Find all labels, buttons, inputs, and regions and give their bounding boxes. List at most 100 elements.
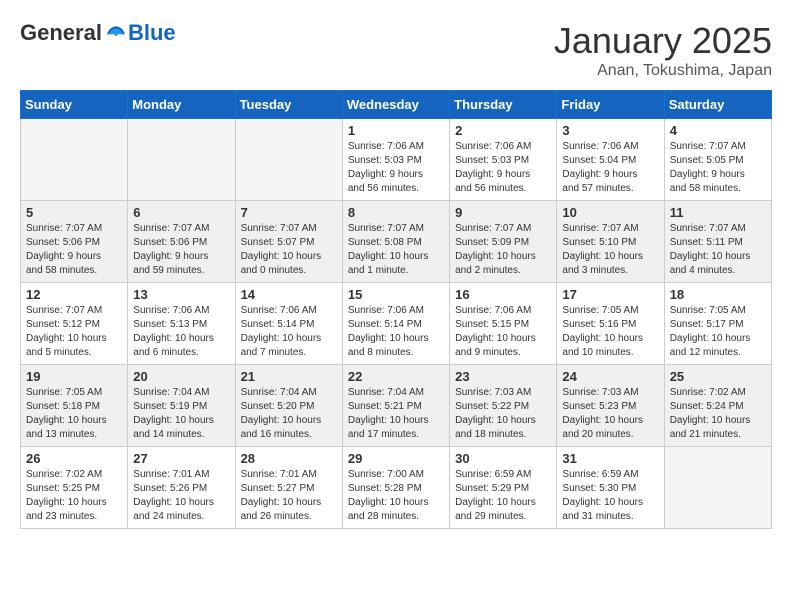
calendar-header-row: SundayMondayTuesdayWednesdayThursdayFrid… <box>21 91 772 119</box>
weekday-header-thursday: Thursday <box>450 91 557 119</box>
logo-general-text: General <box>20 20 102 46</box>
logo: General Blue <box>20 20 176 46</box>
month-title: January 2025 <box>554 20 772 62</box>
calendar-cell: 5Sunrise: 7:07 AM Sunset: 5:06 PM Daylig… <box>21 201 128 283</box>
calendar-cell: 25Sunrise: 7:02 AM Sunset: 5:24 PM Dayli… <box>664 365 771 447</box>
day-number: 10 <box>562 205 658 220</box>
calendar-week-row: 1 Sunrise: 7:06 AM Sunset: 5:03 PM Daylig… <box>21 119 772 201</box>
calendar-cell: 16 Sunrise: 7:06 AM Sunset: 5:15 PM Dayli… <box>450 283 557 365</box>
day-number: 4 <box>670 123 766 138</box>
day-info: Sunrise: 7:06 AM Sunset: 5:14 PM Dayligh… <box>348 304 444 360</box>
calendar-cell: 12Sunrise: 7:07 AM Sunset: 5:12 PM Dayli… <box>21 283 128 365</box>
calendar-cell: 8Sunrise: 7:07 AM Sunset: 5:08 PM Daylig… <box>342 201 449 283</box>
day-info: Sunrise: 7:04 AM Sunset: 5:19 PM Dayligh… <box>133 386 229 442</box>
calendar-cell: 18Sunrise: 7:05 AM Sunset: 5:17 PM Dayli… <box>664 283 771 365</box>
calendar-cell: 24 Sunrise: 7:03 AM Sunset: 5:23 PM Dayli… <box>557 365 664 447</box>
day-info: Sunrise: 7:06 AM Sunset: 5:15 PM Dayligh… <box>455 304 551 360</box>
title-block: January 2025 Anan, Tokushima, Japan <box>554 20 772 80</box>
day-info: Sunrise: 6:59 AM Sunset: 5:30 PM Dayligh… <box>562 468 658 524</box>
day-info: Sunrise: 7:07 AM Sunset: 5:09 PM Dayligh… <box>455 222 551 278</box>
day-number: 1 <box>348 123 444 138</box>
location-subtitle: Anan, Tokushima, Japan <box>554 62 772 80</box>
day-info: Sunrise: 7:07 AM Sunset: 5:06 PM Dayligh… <box>133 222 229 278</box>
weekday-header-tuesday: Tuesday <box>235 91 342 119</box>
day-number: 19 <box>26 369 122 384</box>
day-number: 27 <box>133 451 229 466</box>
calendar-week-row: 5Sunrise: 7:07 AM Sunset: 5:06 PM Daylig… <box>21 201 772 283</box>
calendar-cell: 1 Sunrise: 7:06 AM Sunset: 5:03 PM Daylig… <box>342 119 449 201</box>
day-number: 20 <box>133 369 229 384</box>
day-number: 22 <box>348 369 444 384</box>
calendar-cell: 31 Sunrise: 6:59 AM Sunset: 5:30 PM Dayli… <box>557 447 664 529</box>
day-info: Sunrise: 7:00 AM Sunset: 5:28 PM Dayligh… <box>348 468 444 524</box>
day-number: 24 <box>562 369 658 384</box>
calendar-week-row: 19 Sunrise: 7:05 AM Sunset: 5:18 PM Dayli… <box>21 365 772 447</box>
day-info: Sunrise: 7:02 AM Sunset: 5:25 PM Dayligh… <box>26 468 122 524</box>
day-number: 26 <box>26 451 122 466</box>
calendar-week-row: 26 Sunrise: 7:02 AM Sunset: 5:25 PM Dayli… <box>21 447 772 529</box>
calendar-cell: 4Sunrise: 7:07 AM Sunset: 5:05 PM Daylig… <box>664 119 771 201</box>
day-info: Sunrise: 7:07 AM Sunset: 5:06 PM Dayligh… <box>26 222 122 278</box>
calendar-cell: 7 Sunrise: 7:07 AM Sunset: 5:07 PM Daylig… <box>235 201 342 283</box>
day-number: 29 <box>348 451 444 466</box>
day-info: Sunrise: 6:59 AM Sunset: 5:29 PM Dayligh… <box>455 468 551 524</box>
day-info: Sunrise: 7:06 AM Sunset: 5:03 PM Dayligh… <box>348 140 444 196</box>
day-number: 15 <box>348 287 444 302</box>
day-info: Sunrise: 7:06 AM Sunset: 5:14 PM Dayligh… <box>241 304 337 360</box>
calendar-cell: 17 Sunrise: 7:05 AM Sunset: 5:16 PM Dayli… <box>557 283 664 365</box>
day-info: Sunrise: 7:07 AM Sunset: 5:11 PM Dayligh… <box>670 222 766 278</box>
day-number: 14 <box>241 287 337 302</box>
weekday-header-saturday: Saturday <box>664 91 771 119</box>
day-info: Sunrise: 7:01 AM Sunset: 5:26 PM Dayligh… <box>133 468 229 524</box>
calendar-cell: 13 Sunrise: 7:06 AM Sunset: 5:13 PM Dayli… <box>128 283 235 365</box>
day-number: 2 <box>455 123 551 138</box>
day-number: 28 <box>241 451 337 466</box>
weekday-header-friday: Friday <box>557 91 664 119</box>
calendar-table: SundayMondayTuesdayWednesdayThursdayFrid… <box>20 90 772 529</box>
calendar-cell: 22 Sunrise: 7:04 AM Sunset: 5:21 PM Dayli… <box>342 365 449 447</box>
day-number: 7 <box>241 205 337 220</box>
calendar-cell <box>128 119 235 201</box>
calendar-week-row: 12Sunrise: 7:07 AM Sunset: 5:12 PM Dayli… <box>21 283 772 365</box>
day-info: Sunrise: 7:05 AM Sunset: 5:16 PM Dayligh… <box>562 304 658 360</box>
day-info: Sunrise: 7:06 AM Sunset: 5:04 PM Dayligh… <box>562 140 658 196</box>
calendar-cell: 30 Sunrise: 6:59 AM Sunset: 5:29 PM Dayli… <box>450 447 557 529</box>
weekday-header-sunday: Sunday <box>21 91 128 119</box>
day-info: Sunrise: 7:06 AM Sunset: 5:13 PM Dayligh… <box>133 304 229 360</box>
calendar-cell: 26 Sunrise: 7:02 AM Sunset: 5:25 PM Dayli… <box>21 447 128 529</box>
day-info: Sunrise: 7:03 AM Sunset: 5:23 PM Dayligh… <box>562 386 658 442</box>
day-info: Sunrise: 7:05 AM Sunset: 5:17 PM Dayligh… <box>670 304 766 360</box>
day-number: 31 <box>562 451 658 466</box>
day-info: Sunrise: 7:04 AM Sunset: 5:21 PM Dayligh… <box>348 386 444 442</box>
day-info: Sunrise: 7:06 AM Sunset: 5:03 PM Dayligh… <box>455 140 551 196</box>
calendar-cell: 3Sunrise: 7:06 AM Sunset: 5:04 PM Daylig… <box>557 119 664 201</box>
day-info: Sunrise: 7:07 AM Sunset: 5:10 PM Dayligh… <box>562 222 658 278</box>
day-number: 16 <box>455 287 551 302</box>
day-info: Sunrise: 7:05 AM Sunset: 5:18 PM Dayligh… <box>26 386 122 442</box>
calendar-cell <box>21 119 128 201</box>
calendar-cell: 14 Sunrise: 7:06 AM Sunset: 5:14 PM Dayli… <box>235 283 342 365</box>
calendar-cell: 19 Sunrise: 7:05 AM Sunset: 5:18 PM Dayli… <box>21 365 128 447</box>
page-header: General Blue January 2025 Anan, Tokushim… <box>20 20 772 80</box>
calendar-cell: 20 Sunrise: 7:04 AM Sunset: 5:19 PM Dayli… <box>128 365 235 447</box>
day-number: 21 <box>241 369 337 384</box>
calendar-cell: 23Sunrise: 7:03 AM Sunset: 5:22 PM Dayli… <box>450 365 557 447</box>
calendar-cell: 2 Sunrise: 7:06 AM Sunset: 5:03 PM Daylig… <box>450 119 557 201</box>
calendar-cell: 15 Sunrise: 7:06 AM Sunset: 5:14 PM Dayli… <box>342 283 449 365</box>
day-info: Sunrise: 7:02 AM Sunset: 5:24 PM Dayligh… <box>670 386 766 442</box>
day-info: Sunrise: 7:03 AM Sunset: 5:22 PM Dayligh… <box>455 386 551 442</box>
calendar-cell <box>664 447 771 529</box>
calendar-cell: 11Sunrise: 7:07 AM Sunset: 5:11 PM Dayli… <box>664 201 771 283</box>
day-info: Sunrise: 7:07 AM Sunset: 5:07 PM Dayligh… <box>241 222 337 278</box>
calendar-cell: 10 Sunrise: 7:07 AM Sunset: 5:10 PM Dayli… <box>557 201 664 283</box>
day-info: Sunrise: 7:07 AM Sunset: 5:12 PM Dayligh… <box>26 304 122 360</box>
weekday-header-wednesday: Wednesday <box>342 91 449 119</box>
day-number: 30 <box>455 451 551 466</box>
day-number: 8 <box>348 205 444 220</box>
weekday-header-monday: Monday <box>128 91 235 119</box>
calendar-cell: 28 Sunrise: 7:01 AM Sunset: 5:27 PM Dayli… <box>235 447 342 529</box>
logo-blue-text: Blue <box>128 20 176 46</box>
day-info: Sunrise: 7:01 AM Sunset: 5:27 PM Dayligh… <box>241 468 337 524</box>
day-number: 13 <box>133 287 229 302</box>
day-number: 17 <box>562 287 658 302</box>
